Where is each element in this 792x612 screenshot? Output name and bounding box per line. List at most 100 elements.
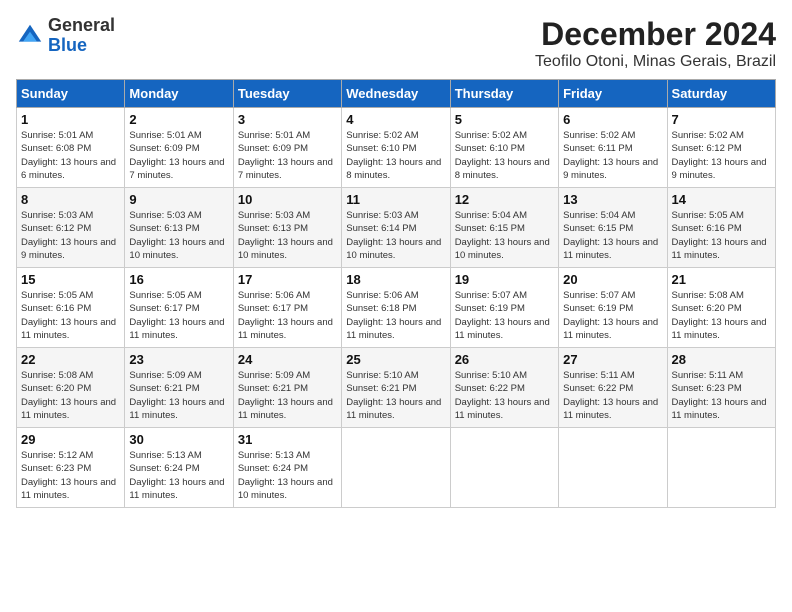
day-info: Sunrise: 5:02 AMSunset: 6:10 PMDaylight:… [346,129,445,182]
calendar-cell: 23 Sunrise: 5:09 AMSunset: 6:21 PMDayligh… [125,348,233,428]
calendar-cell [559,428,667,508]
month-title: December 2024 [535,16,776,53]
day-number: 3 [238,112,337,127]
logo-icon [16,22,44,50]
calendar-cell: 2Sunrise: 5:01 AMSunset: 6:09 PMDaylight… [125,108,233,188]
week-row-3: 15 Sunrise: 5:05 AMSunset: 6:16 PMDayligh… [17,268,776,348]
day-info: Sunrise: 5:08 AMSunset: 6:20 PMDaylight:… [21,369,120,422]
calendar-cell: 19 Sunrise: 5:07 AMSunset: 6:19 PMDayligh… [450,268,558,348]
day-number: 20 [563,272,662,287]
day-info: Sunrise: 5:03 AMSunset: 6:12 PMDaylight:… [21,209,120,262]
calendar-header-row: SundayMondayTuesdayWednesdayThursdayFrid… [17,80,776,108]
calendar-cell: 29 Sunrise: 5:12 AMSunset: 6:23 PMDayligh… [17,428,125,508]
calendar-cell: 30 Sunrise: 5:13 AMSunset: 6:24 PMDayligh… [125,428,233,508]
week-row-1: 1 Sunrise: 5:01 AMSunset: 6:08 PMDaylight… [17,108,776,188]
calendar-cell: 6 Sunrise: 5:02 AMSunset: 6:11 PMDaylight… [559,108,667,188]
header-sunday: Sunday [17,80,125,108]
calendar-cell: 8 Sunrise: 5:03 AMSunset: 6:12 PMDaylight… [17,188,125,268]
day-info: Sunrise: 5:02 AMSunset: 6:12 PMDaylight:… [672,129,771,182]
calendar-cell: 7 Sunrise: 5:02 AMSunset: 6:12 PMDaylight… [667,108,775,188]
day-info: Sunrise: 5:03 AMSunset: 6:13 PMDaylight:… [238,209,337,262]
day-number: 31 [238,432,337,447]
day-number: 29 [21,432,120,447]
day-number: 17 [238,272,337,287]
calendar-cell: 31 Sunrise: 5:13 AMSunset: 6:24 PMDayligh… [233,428,341,508]
logo-text: General Blue [48,16,115,56]
header-thursday: Thursday [450,80,558,108]
day-info: Sunrise: 5:07 AMSunset: 6:19 PMDaylight:… [563,289,662,342]
day-number: 27 [563,352,662,367]
day-number: 13 [563,192,662,207]
calendar-cell: 4 Sunrise: 5:02 AMSunset: 6:10 PMDaylight… [342,108,450,188]
calendar-cell: 1 Sunrise: 5:01 AMSunset: 6:08 PMDaylight… [17,108,125,188]
week-row-2: 8 Sunrise: 5:03 AMSunset: 6:12 PMDaylight… [17,188,776,268]
day-number: 6 [563,112,662,127]
day-info: Sunrise: 5:11 AMSunset: 6:23 PMDaylight:… [672,369,771,422]
calendar-cell: 21 Sunrise: 5:08 AMSunset: 6:20 PMDayligh… [667,268,775,348]
calendar-cell: 16 Sunrise: 5:05 AMSunset: 6:17 PMDayligh… [125,268,233,348]
day-number: 9 [129,192,228,207]
calendar-cell: 9Sunrise: 5:03 AMSunset: 6:13 PMDaylight… [125,188,233,268]
calendar-cell: 18 Sunrise: 5:06 AMSunset: 6:18 PMDayligh… [342,268,450,348]
day-info: Sunrise: 5:02 AMSunset: 6:11 PMDaylight:… [563,129,662,182]
day-info: Sunrise: 5:13 AMSunset: 6:24 PMDaylight:… [238,449,337,502]
day-number: 7 [672,112,771,127]
day-info: Sunrise: 5:01 AMSunset: 6:09 PMDaylight:… [238,129,337,182]
day-info: Sunrise: 5:13 AMSunset: 6:24 PMDaylight:… [129,449,228,502]
day-info: Sunrise: 5:07 AMSunset: 6:19 PMDaylight:… [455,289,554,342]
day-number: 1 [21,112,120,127]
calendar-cell: 11Sunrise: 5:03 AMSunset: 6:14 PMDayligh… [342,188,450,268]
calendar-cell: 17 Sunrise: 5:06 AMSunset: 6:17 PMDayligh… [233,268,341,348]
calendar-cell: 28 Sunrise: 5:11 AMSunset: 6:23 PMDayligh… [667,348,775,428]
day-info: Sunrise: 5:06 AMSunset: 6:18 PMDaylight:… [346,289,445,342]
day-info: Sunrise: 5:05 AMSunset: 6:17 PMDaylight:… [129,289,228,342]
day-info: Sunrise: 5:10 AMSunset: 6:22 PMDaylight:… [455,369,554,422]
calendar-cell [342,428,450,508]
day-number: 15 [21,272,120,287]
day-info: Sunrise: 5:05 AMSunset: 6:16 PMDaylight:… [21,289,120,342]
calendar-cell: 20 Sunrise: 5:07 AMSunset: 6:19 PMDayligh… [559,268,667,348]
day-info: Sunrise: 5:04 AMSunset: 6:15 PMDaylight:… [563,209,662,262]
day-info: Sunrise: 5:02 AMSunset: 6:10 PMDaylight:… [455,129,554,182]
header-friday: Friday [559,80,667,108]
day-info: Sunrise: 5:09 AMSunset: 6:21 PMDaylight:… [129,369,228,422]
day-number: 11 [346,192,445,207]
title-block: December 2024 Teofilo Otoni, Minas Gerai… [535,16,776,71]
day-info: Sunrise: 5:12 AMSunset: 6:23 PMDaylight:… [21,449,120,502]
header-wednesday: Wednesday [342,80,450,108]
calendar-cell: 25Sunrise: 5:10 AMSunset: 6:21 PMDayligh… [342,348,450,428]
day-number: 22 [21,352,120,367]
calendar-table: SundayMondayTuesdayWednesdayThursdayFrid… [16,79,776,508]
day-number: 23 [129,352,228,367]
day-number: 12 [455,192,554,207]
day-number: 18 [346,272,445,287]
day-info: Sunrise: 5:06 AMSunset: 6:17 PMDaylight:… [238,289,337,342]
day-number: 26 [455,352,554,367]
calendar-cell [450,428,558,508]
day-info: Sunrise: 5:01 AMSunset: 6:08 PMDaylight:… [21,129,120,182]
week-row-4: 22 Sunrise: 5:08 AMSunset: 6:20 PMDayligh… [17,348,776,428]
day-number: 4 [346,112,445,127]
day-number: 8 [21,192,120,207]
day-info: Sunrise: 5:05 AMSunset: 6:16 PMDaylight:… [672,209,771,262]
day-number: 16 [129,272,228,287]
day-number: 28 [672,352,771,367]
day-number: 21 [672,272,771,287]
calendar-cell: 10Sunrise: 5:03 AMSunset: 6:13 PMDayligh… [233,188,341,268]
day-number: 5 [455,112,554,127]
calendar-cell: 14 Sunrise: 5:05 AMSunset: 6:16 PMDayligh… [667,188,775,268]
logo: General Blue [16,16,115,56]
calendar-cell: 22 Sunrise: 5:08 AMSunset: 6:20 PMDayligh… [17,348,125,428]
header-monday: Monday [125,80,233,108]
calendar-cell: 12Sunrise: 5:04 AMSunset: 6:15 PMDayligh… [450,188,558,268]
calendar-cell: 26 Sunrise: 5:10 AMSunset: 6:22 PMDayligh… [450,348,558,428]
header-saturday: Saturday [667,80,775,108]
day-number: 30 [129,432,228,447]
day-number: 19 [455,272,554,287]
day-number: 2 [129,112,228,127]
week-row-5: 29 Sunrise: 5:12 AMSunset: 6:23 PMDayligh… [17,428,776,508]
calendar-cell: 3 Sunrise: 5:01 AMSunset: 6:09 PMDaylight… [233,108,341,188]
day-info: Sunrise: 5:10 AMSunset: 6:21 PMDaylight:… [346,369,445,422]
day-number: 14 [672,192,771,207]
day-info: Sunrise: 5:08 AMSunset: 6:20 PMDaylight:… [672,289,771,342]
